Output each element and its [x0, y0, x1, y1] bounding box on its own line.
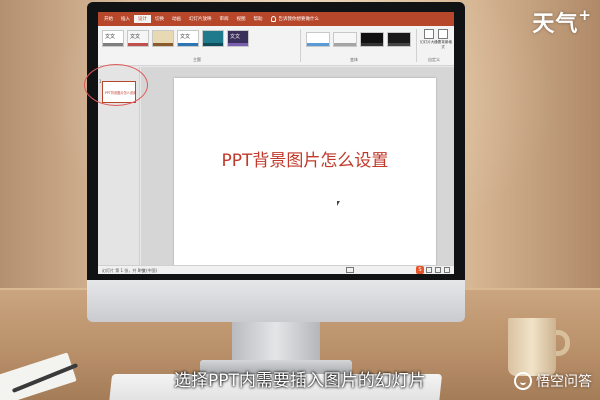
theme-label: 文文 [230, 34, 241, 40]
tab-3[interactable]: 切换 [151, 15, 168, 23]
ribbon-tabs: 开始 插入 设计 切换 动画 幻灯片放映 审阅 视图 帮助 告诉我你想要做什么 [98, 12, 454, 26]
theme-color-bar [153, 43, 173, 46]
theme-thumbnail[interactable]: 文文 [227, 30, 249, 47]
slide-canvas[interactable]: PPT背景图片怎么设置 [174, 78, 436, 269]
theme-color-bar [228, 43, 248, 46]
tab-1[interactable]: 插入 [117, 15, 134, 23]
theme-color-bar [103, 43, 123, 46]
lightbulb-icon [270, 16, 276, 22]
theme-label: 文文 [180, 34, 191, 40]
slide-editing-area: PPT背景图片怎么设置 [141, 67, 454, 269]
variant-color-bar [334, 43, 356, 46]
watermark: 悟空问答 [514, 371, 592, 391]
monitor-screen: 开始 插入 设计 切换 动画 幻灯片放映 审阅 视图 帮助 告诉我你想要做什么 主题 变体 幻灯… [98, 12, 454, 274]
notes-icon[interactable] [346, 267, 354, 273]
wukong-logo-icon [514, 372, 532, 390]
theme-label: 文文 [130, 34, 141, 40]
view-buttons [426, 267, 450, 273]
brand-text: 天气 [532, 12, 579, 37]
group-label-customize: 自定义 [428, 57, 440, 62]
tab-0[interactable]: 开始 [100, 15, 117, 23]
variant-color-bar [307, 43, 329, 46]
format-background-icon [438, 29, 448, 39]
variant-thumbnail[interactable] [360, 32, 384, 47]
tell-me-text: 告诉我你想要做什么 [278, 17, 320, 22]
slide-sorter-icon[interactable] [435, 267, 441, 273]
tab-6[interactable]: 审阅 [216, 15, 233, 23]
group-label-themes: 主题 [193, 57, 201, 62]
reading-view-icon[interactable] [444, 267, 450, 273]
slide-title[interactable]: PPT背景图片怎么设置 [174, 146, 436, 171]
theme-thumbnail[interactable]: 文文 [177, 30, 199, 47]
mouse-cursor-icon [337, 201, 340, 206]
group-label-variants: 变体 [350, 57, 358, 62]
variant-color-bar [388, 43, 410, 46]
variant-thumbnail[interactable] [306, 32, 330, 47]
ime-icon[interactable]: S [416, 266, 424, 274]
theme-thumbnail[interactable]: 文文 [102, 30, 124, 47]
tab-2[interactable]: 设计 [134, 15, 151, 23]
status-bar: 幻灯片 第 1 张，共 1 张 中文(中国) S [98, 265, 454, 274]
status-language[interactable]: 中文(中国) [138, 268, 157, 274]
variant-thumbnail[interactable] [333, 32, 357, 47]
theme-color-bar [203, 43, 223, 46]
tab-8[interactable]: 帮助 [250, 15, 267, 23]
theme-color-bar [178, 43, 198, 46]
theme-thumbnail[interactable] [152, 30, 174, 47]
variant-color-bar [361, 43, 383, 46]
format-background-label: 设置背景格式 [434, 40, 452, 49]
theme-thumbnail[interactable] [202, 30, 224, 47]
ribbon-separator [416, 29, 417, 62]
highlight-circle [84, 64, 148, 106]
watermark-text: 悟空问答 [536, 374, 592, 390]
ribbon-separator [300, 29, 301, 62]
tab-4[interactable]: 动画 [168, 15, 185, 23]
theme-label: 文文 [105, 34, 116, 40]
design-ribbon: 主题 变体 幻灯片大小 设置背景格式 自定义 文文 文文 文文 文文 [98, 26, 454, 66]
monitor-chin [87, 280, 465, 322]
tell-me-box[interactable]: 告诉我你想要做什么 [267, 16, 320, 22]
theme-color-bar [128, 43, 148, 46]
video-caption: 选择PPT内需要插入图片的幻灯片 [174, 371, 426, 391]
brand-plus: + [578, 6, 592, 24]
tab-5[interactable]: 幻灯片放映 [185, 15, 216, 23]
tab-7[interactable]: 视图 [233, 15, 250, 23]
brand-logo: 天气+ [532, 6, 592, 38]
format-background-button[interactable]: 设置背景格式 [433, 29, 453, 59]
theme-thumbnail[interactable]: 文文 [127, 30, 149, 47]
variant-thumbnail[interactable] [387, 32, 411, 47]
normal-view-icon[interactable] [426, 267, 432, 273]
